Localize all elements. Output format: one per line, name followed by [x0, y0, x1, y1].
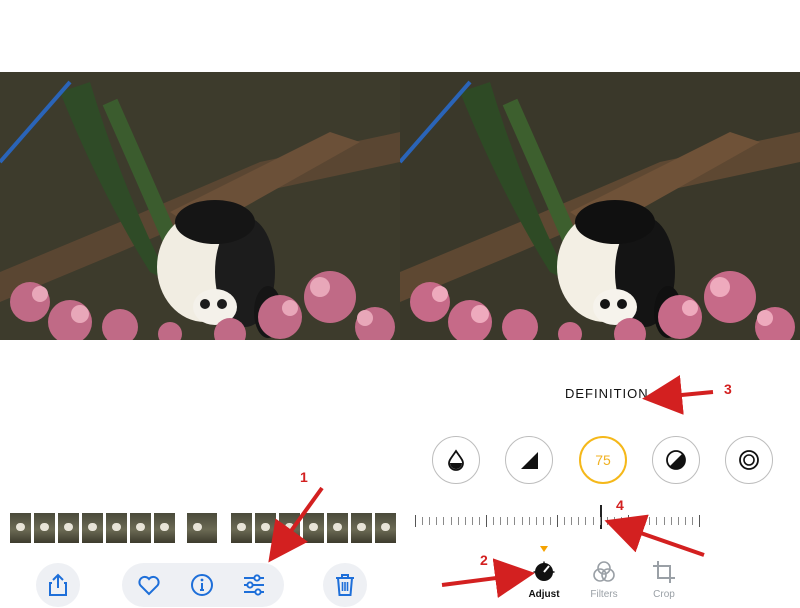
slider-tick — [458, 517, 459, 525]
filmstrip-thumbnail[interactable] — [130, 513, 151, 543]
filmstrip-thumbnail[interactable] — [351, 513, 372, 543]
slider-tick — [578, 517, 579, 525]
slider-tick — [593, 517, 594, 525]
slider-tick — [564, 517, 565, 525]
active-tab-indicator — [540, 546, 548, 552]
filmstrip-thumbnail[interactable] — [34, 513, 55, 543]
slider-tick — [649, 517, 650, 525]
slider-tick — [642, 517, 643, 525]
filmstrip-thumbnail[interactable] — [10, 513, 31, 543]
vibrance-drop-icon — [448, 449, 464, 471]
slider-tick — [699, 515, 700, 527]
slider-tick — [571, 517, 572, 525]
filters-icon — [593, 561, 615, 582]
slider-tick — [607, 517, 608, 525]
slider-tick — [585, 517, 586, 525]
filmstrip-thumbnail-selected[interactable] — [187, 513, 217, 543]
slider-tick — [664, 517, 665, 525]
tab-crop-label: Crop — [653, 589, 675, 600]
adjustment-vibrance[interactable] — [432, 436, 480, 484]
tab-filters-label: Filters — [590, 589, 618, 600]
definition-value: 75 — [595, 452, 611, 468]
info-icon — [191, 574, 213, 596]
filmstrip-thumbnail[interactable] — [327, 513, 348, 543]
slider-tick — [529, 517, 530, 525]
slider-tick — [429, 517, 430, 525]
slider-tick — [422, 517, 423, 525]
contrast-triangle-icon — [521, 452, 538, 469]
tab-adjust-label: Adjust — [528, 589, 560, 600]
tab-filters[interactable]: Filters — [574, 560, 634, 600]
filmstrip-thumbnail[interactable] — [303, 513, 324, 543]
slider-tick — [692, 517, 693, 525]
step-label-2: 2 — [480, 552, 488, 568]
favorite-button[interactable] — [137, 573, 161, 602]
share-button[interactable] — [36, 563, 80, 607]
slider-tick — [500, 517, 501, 525]
filmstrip-thumbnail[interactable] — [106, 513, 127, 543]
crop-icon — [653, 561, 675, 583]
slider-tick — [671, 517, 672, 525]
sliders-icon — [244, 574, 264, 596]
slider-tick — [536, 517, 537, 525]
panda-photo-icon — [0, 72, 400, 340]
share-icon — [49, 573, 67, 596]
panda-photo-icon — [400, 72, 800, 340]
slider-tick — [522, 517, 523, 525]
slider-tick — [621, 517, 622, 525]
slider-tick — [550, 517, 551, 525]
edit-button[interactable] — [242, 573, 266, 602]
heart-icon — [138, 575, 160, 596]
filmstrip-thumbnail[interactable] — [154, 513, 175, 543]
arrow-3 — [642, 375, 714, 415]
filmstrip-thumbnail[interactable] — [58, 513, 79, 543]
filmstrip-thumbnail[interactable] — [231, 513, 252, 543]
slider-tick — [600, 517, 601, 525]
adjustment-slider[interactable] — [415, 505, 705, 535]
slider-tick — [507, 517, 508, 525]
slider-tick — [557, 515, 558, 527]
step-label-3: 3 — [724, 381, 732, 397]
slider-tick — [436, 517, 437, 525]
slider-tick — [486, 515, 487, 527]
adjust-dial-icon — [533, 561, 555, 581]
adjustment-definition[interactable]: 75 — [579, 436, 627, 484]
adjustment-contrast[interactable] — [505, 436, 553, 484]
slider-tick — [443, 517, 444, 525]
slider-tick — [415, 515, 416, 527]
tab-crop[interactable]: Crop — [634, 560, 694, 600]
adjustment-black-point[interactable] — [652, 436, 700, 484]
slider-tick — [451, 517, 452, 525]
trash-icon — [336, 574, 354, 596]
slider-tick — [514, 517, 515, 525]
filmstrip-thumbnail[interactable] — [279, 513, 300, 543]
slider-tick — [628, 515, 629, 527]
slider-tick — [493, 517, 494, 525]
vignette-icon — [739, 450, 759, 470]
slider-tick — [656, 517, 657, 525]
step-label-1: 1 — [300, 469, 308, 485]
slider-tick — [479, 517, 480, 525]
slider-tick — [685, 517, 686, 525]
slider-tick — [465, 517, 466, 525]
adjustment-vignette[interactable] — [725, 436, 773, 484]
slider-tick — [635, 517, 636, 525]
adjustment-name: DEFINITION — [565, 386, 649, 401]
slider-tick — [543, 517, 544, 525]
slider-tick — [678, 517, 679, 525]
info-button[interactable] — [190, 573, 214, 602]
photo-actions-group — [122, 563, 284, 607]
filmstrip-thumbnail[interactable] — [255, 513, 276, 543]
tab-adjust[interactable]: Adjust — [514, 560, 574, 600]
photo-filmstrip[interactable] — [10, 513, 396, 545]
filmstrip-thumbnail[interactable] — [375, 513, 396, 543]
slider-tick — [614, 517, 615, 525]
delete-button[interactable] — [323, 563, 367, 607]
filmstrip-thumbnail[interactable] — [82, 513, 103, 543]
black-point-icon — [666, 450, 686, 470]
slider-tick — [472, 517, 473, 525]
step-label-4: 4 — [616, 497, 624, 513]
original-photo — [0, 72, 400, 340]
edited-photo — [400, 72, 800, 340]
